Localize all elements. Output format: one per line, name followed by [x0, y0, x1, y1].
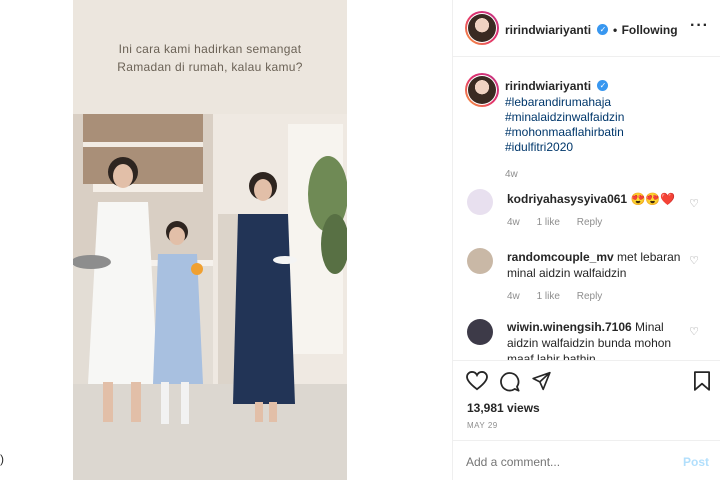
comment-age[interactable]: 4w — [507, 291, 520, 302]
following-dot: • — [612, 23, 618, 37]
add-comment-input[interactable] — [466, 455, 666, 469]
comment-text: 😍😍❤️ — [630, 192, 676, 206]
post-sidebar: ririndwiariyanti ✓ • Following ··· ririn… — [452, 0, 720, 480]
caption-avatar[interactable] — [465, 73, 499, 107]
comment-item: kodriyahasysyiva061 😍😍❤️ 4w 1 like Reply — [507, 191, 687, 228]
like-comment-heart-icon[interactable]: ♡ — [689, 254, 699, 267]
header-user-line: ririndwiariyanti ✓ • Following — [505, 21, 678, 39]
reply-button[interactable]: Reply — [577, 291, 603, 302]
comment-age[interactable]: 4w — [507, 217, 520, 228]
commenter-avatar[interactable] — [467, 248, 493, 274]
author-avatar[interactable] — [465, 11, 499, 45]
comment-meta: 4w 1 like Reply — [507, 217, 687, 228]
like-comment-heart-icon[interactable]: ♡ — [689, 325, 699, 338]
comment-username[interactable]: randomcouple_mv — [507, 250, 614, 264]
comment-meta: 4w 1 like Reply — [507, 291, 687, 302]
media-caption-line2: Ramadan di rumah, kalau kamu? — [117, 60, 303, 74]
reply-button[interactable]: Reply — [577, 217, 603, 228]
post-media[interactable]: Ini cara kami hadirkan semangat Ramadan … — [73, 0, 347, 480]
view-count[interactable]: 13,981 views — [467, 401, 540, 415]
hashtag-link[interactable]: #idulfitri2020 — [505, 140, 705, 155]
family-photo — [73, 114, 347, 480]
like-comment-heart-icon[interactable]: ♡ — [689, 197, 699, 210]
hashtag-link[interactable]: #mohonmaaflahirbatin — [505, 125, 705, 140]
header-username[interactable]: ririndwiariyanti — [505, 23, 591, 37]
like-heart-icon[interactable] — [466, 371, 488, 391]
post-date[interactable]: MAY 29 — [467, 421, 498, 430]
comment-composer: Post — [453, 440, 720, 481]
share-paper-plane-icon[interactable] — [531, 371, 552, 391]
post-actions: 13,981 views MAY 29 — [453, 360, 720, 441]
caption-age[interactable]: 4w — [505, 169, 705, 180]
post-comment-button[interactable]: Post — [683, 455, 709, 469]
media-caption-line1: Ini cara kami hadirkan semangat — [118, 42, 302, 56]
caption-block: ririndwiariyanti ✓ #lebarandirumahaja #m… — [505, 77, 705, 180]
caption-username[interactable]: ririndwiariyanti — [505, 79, 591, 93]
comment-username[interactable]: kodriyahasysyiva061 — [507, 192, 627, 206]
comment-likes[interactable]: 1 like — [537, 291, 560, 302]
post-header: ririndwiariyanti ✓ • Following ··· — [453, 0, 720, 57]
following-button[interactable]: Following — [622, 23, 678, 37]
save-bookmark-icon[interactable] — [694, 371, 710, 391]
comment-item: wiwin.winengsih.7106 Minal aidzin walfai… — [507, 319, 687, 360]
more-options-icon[interactable]: ··· — [690, 17, 709, 35]
comment-username[interactable]: wiwin.winengsih.7106 — [507, 320, 632, 334]
commenter-avatar[interactable] — [467, 319, 493, 345]
commenter-avatar[interactable] — [467, 189, 493, 215]
verified-badge-icon: ✓ — [597, 80, 609, 92]
edge-glyph: ) — [0, 452, 4, 466]
hashtag-link[interactable]: #minalaidzinwalfaidzin — [505, 110, 705, 125]
comments-list: ririndwiariyanti ✓ #lebarandirumahaja #m… — [453, 57, 720, 360]
media-caption-band: Ini cara kami hadirkan semangat Ramadan … — [73, 0, 347, 114]
verified-badge-icon: ✓ — [597, 24, 609, 36]
media-caption: Ini cara kami hadirkan semangat Ramadan … — [73, 40, 347, 76]
comment-likes[interactable]: 1 like — [537, 217, 560, 228]
comment-item: randomcouple_mv met lebaran minal aidzin… — [507, 249, 687, 302]
comment-bubble-icon[interactable] — [499, 371, 520, 392]
hashtag-link[interactable]: #lebarandirumahaja — [505, 95, 705, 110]
